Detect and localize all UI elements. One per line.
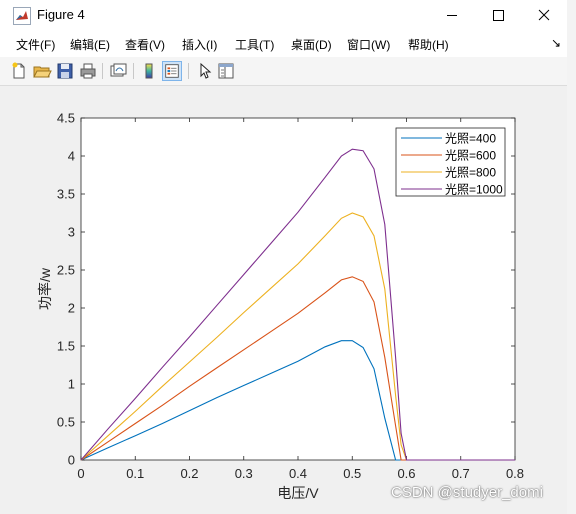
menu-view[interactable]: 查看(V) (125, 36, 165, 53)
menu-bar: 文件(F) 编辑(E) 查看(V) 插入(I) 工具(T) 桌面(D) 窗口(W… (0, 31, 567, 57)
x-tick-label: 0.2 (180, 466, 198, 481)
title-bar: Figure 4 (0, 0, 567, 31)
toolbar-separator (133, 63, 134, 79)
insert-legend-icon[interactable] (162, 61, 182, 81)
y-tick-label: 3.5 (57, 187, 75, 202)
y-axis-label: 功率/w (37, 267, 53, 310)
print-icon[interactable] (78, 61, 98, 81)
open-file-icon[interactable] (32, 61, 52, 81)
y-tick-label: 1.5 (57, 339, 75, 354)
y-tick-label: 2.5 (57, 263, 75, 278)
background-window-edge (567, 0, 576, 514)
x-tick-label: 0.8 (506, 466, 524, 481)
x-tick-label: 0.4 (289, 466, 307, 481)
figure-canvas: 0 0.1 0.2 0.3 0.4 0.5 0.6 0.7 0.8 0 0.5 1 1.5 2 2.5 3 3.… (8, 88, 559, 506)
legend-label-3: 光照=800 (445, 166, 496, 180)
x-tick-label: 0.1 (126, 466, 144, 481)
close-button[interactable] (521, 0, 567, 31)
menu-file[interactable]: 文件(F) (16, 36, 55, 53)
y-tick-label: 0.5 (57, 415, 75, 430)
y-tick-label: 4.5 (57, 111, 75, 126)
x-tick-label: 0.3 (235, 466, 253, 481)
x-tick-label: 0.7 (452, 466, 470, 481)
power-voltage-chart[interactable]: 0 0.1 0.2 0.3 0.4 0.5 0.6 0.7 0.8 0 0.5 1 1.5 2 2.5 3 3.… (8, 88, 559, 506)
y-tick-label: 2 (68, 301, 75, 316)
y-tick-label: 0 (68, 453, 75, 468)
dock-arrow-icon[interactable]: ↘ (551, 36, 561, 50)
y-tick-label: 1 (68, 377, 75, 392)
legend-label-4: 光照=1000 (445, 183, 503, 197)
toolbar-separator (188, 63, 189, 79)
edit-plot-icon[interactable] (194, 61, 214, 81)
menu-window[interactable]: 窗口(W) (347, 36, 390, 53)
new-figure-icon[interactable] (9, 61, 29, 81)
legend-label-2: 光照=600 (445, 149, 496, 163)
menu-insert[interactable]: 插入(I) (182, 36, 217, 53)
matlab-logo-icon (13, 7, 31, 25)
x-axis-label: 电压/V (277, 485, 319, 501)
link-plot-icon[interactable] (108, 61, 128, 81)
legend[interactable]: 光照=400 光照=600 光照=800 光照=1000 (395, 127, 506, 197)
window-title: Figure 4 (37, 7, 85, 22)
menu-desktop[interactable]: 桌面(D) (291, 36, 332, 53)
x-tick-label: 0.6 (397, 466, 415, 481)
menu-tools[interactable]: 工具(T) (235, 36, 274, 53)
legend-label-1: 光照=400 (445, 132, 496, 146)
toolbar-separator (102, 63, 103, 79)
x-tick-label: 0 (77, 466, 84, 481)
y-tick-label: 4 (68, 149, 75, 164)
minimize-button[interactable] (429, 0, 475, 31)
maximize-button[interactable] (475, 0, 521, 31)
property-inspector-icon[interactable] (216, 61, 236, 81)
menu-help[interactable]: 帮助(H) (408, 36, 449, 53)
insert-colorbar-icon[interactable] (139, 61, 159, 81)
menu-edit[interactable]: 编辑(E) (70, 36, 110, 53)
save-icon[interactable] (55, 61, 75, 81)
figure-window: Figure 4 文件(F) 编辑(E) 查看(V) 插入(I) 工具(T) 桌… (0, 0, 568, 514)
toolbar (0, 57, 567, 86)
watermark-text: CSDN @studyer_domi (391, 484, 543, 501)
y-tick-label: 3 (68, 225, 75, 240)
x-tick-label: 0.5 (343, 466, 361, 481)
